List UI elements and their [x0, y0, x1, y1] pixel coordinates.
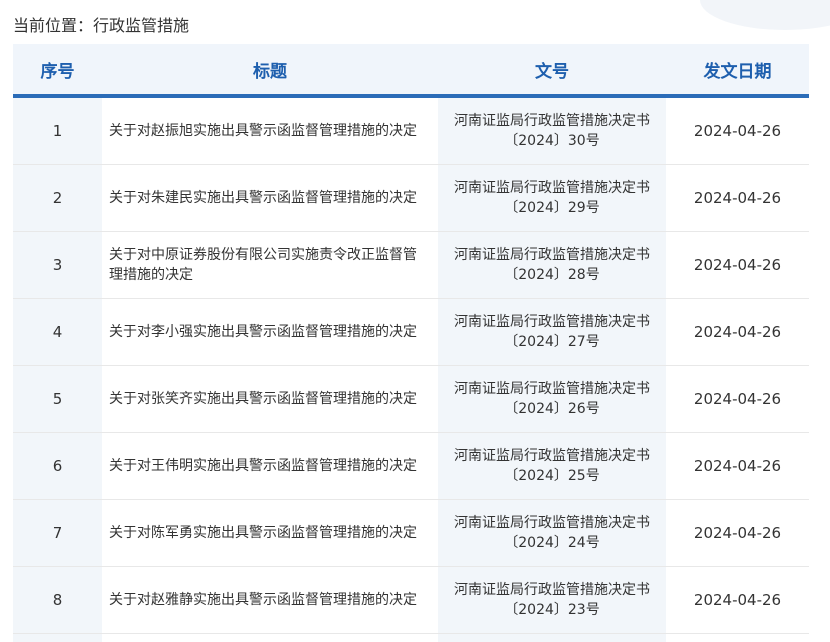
row-doc-no: 河南证监局行政监管措施决定书 〔2024〕30号: [438, 98, 666, 164]
header-doc-no: 文号: [535, 61, 569, 82]
doc-no-line1: 河南证监局行政监管措施决定书: [454, 448, 650, 464]
row-date: 2024-04-26: [666, 567, 809, 633]
row-title-link[interactable]: 关于对赵雅静实施出具警示函监督管理措施的决定: [102, 567, 438, 633]
doc-no-line1: 河南证监局行政监管措施决定书: [454, 381, 650, 397]
doc-no-line2: 〔2024〕25号: [504, 468, 600, 484]
corner-decoration: [700, 0, 830, 30]
doc-no-line1: 河南证监局行政监管措施决定书: [454, 582, 650, 598]
row-index: 6: [13, 433, 102, 499]
table-row: 3 关于对中原证券股份有限公司实施责令改正监督管理措施的决定 河南证监局行政监管…: [13, 232, 809, 299]
row-title-text[interactable]: 关于对赵振旭实施出具警示函监督管理措施的决定: [109, 121, 417, 141]
row-title-link[interactable]: 关于对李小强实施出具警示函监督管理措施的决定: [102, 299, 438, 365]
row-title-text[interactable]: 关于对李小强实施出具警示函监督管理措施的决定: [109, 322, 417, 342]
row-doc-no-cell: [438, 634, 666, 642]
doc-no-line2: 〔2024〕28号: [504, 267, 600, 283]
row-title-text[interactable]: 关于对中原证券股份有限公司实施责令改正监督管理措施的决定: [109, 245, 420, 285]
row-date: 2024-04-26: [666, 165, 809, 231]
row-index: 5: [13, 366, 102, 432]
doc-no-line1: 河南证监局行政监管措施决定书: [454, 515, 650, 531]
doc-no-line2: 〔2024〕27号: [504, 334, 600, 350]
header-index: 序号: [40, 61, 75, 82]
measures-table: 序号 标题 文号 发文日期 1 关于对赵振旭实施出具警示函监督管理措施的决定 河…: [13, 44, 809, 642]
row-title-text[interactable]: 关于对赵雅静实施出具警示函监督管理措施的决定: [109, 590, 417, 610]
breadcrumb: 当前位置：行政监管措施: [13, 16, 190, 35]
row-doc-no: 河南证监局行政监管措施决定书 〔2024〕28号: [438, 232, 666, 298]
doc-no-line2: 〔2024〕30号: [504, 133, 600, 149]
doc-no-line1: 河南证监局行政监管措施决定书: [454, 247, 650, 263]
row-title-text[interactable]: 关于对陈军勇实施出具警示函监督管理措施的决定: [109, 523, 417, 543]
doc-no-line2: 〔2024〕23号: [504, 602, 600, 618]
row-date: 2024-04-26: [666, 433, 809, 499]
row-title-link[interactable]: 关于对朱建民实施出具警示函监督管理措施的决定: [102, 165, 438, 231]
row-date-cell: [666, 634, 809, 642]
row-doc-no: 河南证监局行政监管措施决定书 〔2024〕25号: [438, 433, 666, 499]
doc-no-line1: 河南证监局行政监管措施决定书: [454, 113, 650, 129]
table-row: 4 关于对李小强实施出具警示函监督管理措施的决定 河南证监局行政监管措施决定书〔…: [13, 299, 809, 366]
row-index-cell: [13, 634, 102, 642]
row-doc-no: 河南证监局行政监管措施决定书 〔2024〕23号: [438, 567, 666, 633]
header-title: 标题: [253, 61, 287, 82]
table-row: 2 关于对朱建民实施出具警示函监督管理措施的决定 河南证监局行政监管措施决定书〔…: [13, 165, 809, 232]
table-row: 6 关于对王伟明实施出具警示函监督管理措施的决定 河南证监局行政监管措施决定书〔…: [13, 433, 809, 500]
table-header: 序号 标题 文号 发文日期: [13, 44, 809, 98]
doc-no-line2: 〔2024〕26号: [504, 401, 600, 417]
row-date: 2024-04-26: [666, 299, 809, 365]
row-title-text[interactable]: 关于对朱建民实施出具警示函监督管理措施的决定: [109, 188, 417, 208]
row-title-text[interactable]: 关于对张笑齐实施出具警示函监督管理措施的决定: [109, 389, 417, 409]
table-row: 1 关于对赵振旭实施出具警示函监督管理措施的决定 河南证监局行政监管措施决定书〔…: [13, 98, 809, 165]
doc-no-line2: 〔2024〕24号: [504, 535, 600, 551]
row-title-text[interactable]: 关于对王伟明实施出具警示函监督管理措施的决定: [109, 456, 417, 476]
row-date: 2024-04-26: [666, 366, 809, 432]
row-title-link[interactable]: 关于对中原证券股份有限公司实施责令改正监督管理措施的决定: [102, 232, 438, 298]
row-index: 4: [13, 299, 102, 365]
table-row-partial: [13, 634, 809, 642]
row-title-link[interactable]: 关于对张笑齐实施出具警示函监督管理措施的决定: [102, 366, 438, 432]
row-doc-no: 河南证监局行政监管措施决定书 〔2024〕24号: [438, 500, 666, 566]
table-row: 5 关于对张笑齐实施出具警示函监督管理措施的决定 河南证监局行政监管措施决定书〔…: [13, 366, 809, 433]
row-date: 2024-04-26: [666, 98, 809, 164]
row-doc-no: 河南证监局行政监管措施决定书 〔2024〕29号: [438, 165, 666, 231]
row-date: 2024-04-26: [666, 232, 809, 298]
row-index: 1: [13, 98, 102, 164]
row-date: 2024-04-26: [666, 500, 809, 566]
row-doc-no: 河南证监局行政监管措施决定书 〔2024〕26号: [438, 366, 666, 432]
page: 当前位置：行政监管措施 序号 标题 文号 发文日期 1 关于对赵振旭实施出具警示…: [0, 0, 830, 642]
row-index: 8: [13, 567, 102, 633]
row-title-link[interactable]: 关于对陈军勇实施出具警示函监督管理措施的决定: [102, 500, 438, 566]
row-index: 3: [13, 232, 102, 298]
row-title-cell: [102, 634, 438, 642]
doc-no-line1: 河南证监局行政监管措施决定书: [454, 180, 650, 196]
table-row: 8 关于对赵雅静实施出具警示函监督管理措施的决定 河南证监局行政监管措施决定书〔…: [13, 567, 809, 634]
table-row: 7 关于对陈军勇实施出具警示函监督管理措施的决定 河南证监局行政监管措施决定书〔…: [13, 500, 809, 567]
table-body: 1 关于对赵振旭实施出具警示函监督管理措施的决定 河南证监局行政监管措施决定书〔…: [13, 98, 809, 642]
doc-no-line1: 河南证监局行政监管措施决定书: [454, 314, 650, 330]
row-index: 2: [13, 165, 102, 231]
header-date: 发文日期: [703, 61, 772, 82]
doc-no-line2: 〔2024〕29号: [504, 200, 600, 216]
row-doc-no: 河南证监局行政监管措施决定书 〔2024〕27号: [438, 299, 666, 365]
row-title-link[interactable]: 关于对赵振旭实施出具警示函监督管理措施的决定: [102, 98, 438, 164]
row-title-link[interactable]: 关于对王伟明实施出具警示函监督管理措施的决定: [102, 433, 438, 499]
row-index: 7: [13, 500, 102, 566]
